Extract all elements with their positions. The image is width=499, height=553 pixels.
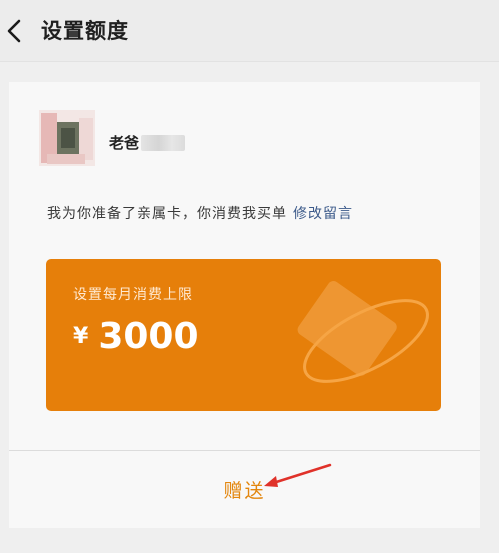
chevron-left-icon — [7, 19, 21, 43]
page-title: 设置额度 — [41, 19, 129, 43]
edit-message-link[interactable]: 修改留言 — [293, 206, 353, 222]
limit-label: 设置每月消费上限 — [73, 287, 193, 303]
avatar — [39, 110, 95, 166]
recipient-name: 老爸 — [109, 134, 140, 152]
nav-bar: 设置额度 — [0, 0, 499, 62]
card-orbit-icon — [297, 281, 429, 383]
recipient-name-row: 老爸 — [109, 132, 186, 154]
limit-card: 设置每月消费上限 ¥ 3000 — [46, 259, 441, 411]
gift-button-label: 赠送 — [223, 480, 266, 502]
currency-symbol: ¥ — [73, 323, 89, 349]
back-button[interactable] — [4, 16, 26, 46]
limit-amount-input[interactable]: 3000 — [98, 316, 198, 357]
name-redaction — [141, 134, 186, 151]
message-row: 我为你准备了亲属卡，你消费我买单 修改留言 — [47, 203, 353, 223]
message-text: 我为你准备了亲属卡，你消费我买单 — [47, 206, 287, 222]
gift-button[interactable]: 赠送 — [9, 451, 480, 528]
amount-row: ¥ 3000 — [73, 314, 199, 358]
settings-panel: 老爸 我为你准备了亲属卡，你消费我买单 修改留言 设置每月消费上限 ¥ 3000 … — [9, 82, 480, 528]
